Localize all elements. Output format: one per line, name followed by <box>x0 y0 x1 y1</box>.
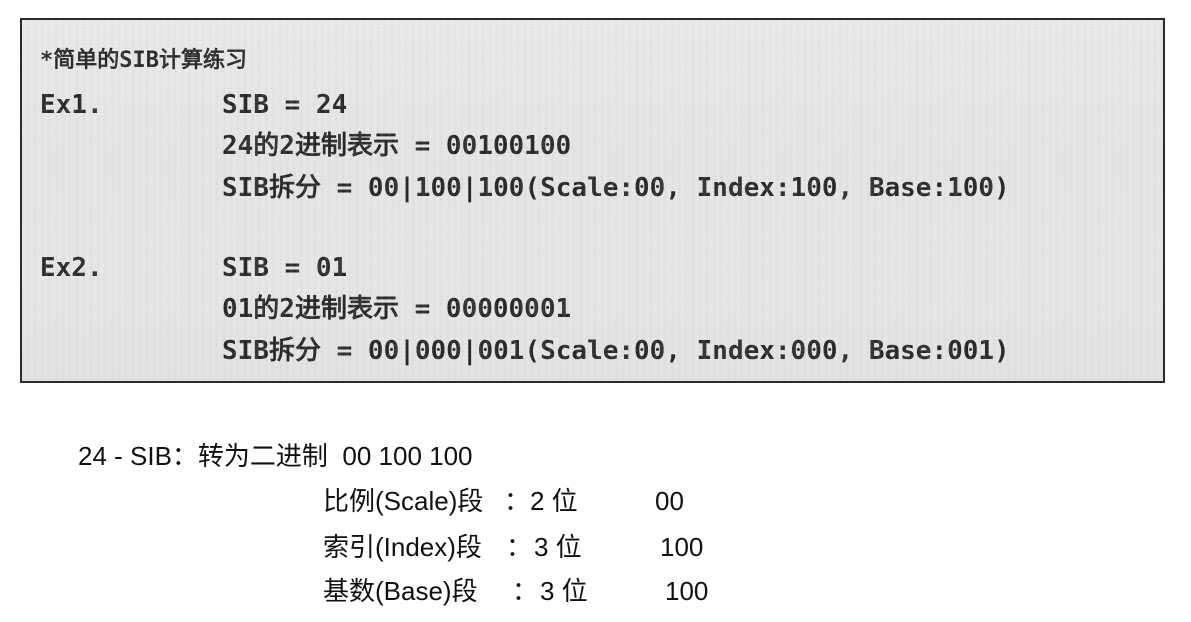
field-base-sep: ： <box>512 576 539 606</box>
field-index-sep: ： <box>506 532 533 562</box>
example-1-line-3: SIB拆分 = 00|100|100(Scale:00, Index:100, … <box>222 173 1010 203</box>
field-base-bits: 3 位 <box>540 576 588 606</box>
excerpt-title: *简单的SIB计算练习 <box>40 48 247 73</box>
field-index-name: 索引(Index)段 <box>323 532 482 562</box>
example-2-line-3: SIB拆分 = 00|000|001(Scale:00, Index:000, … <box>222 336 1010 366</box>
example-2-label: Ex2. <box>40 253 103 283</box>
example-1-line-2: 24的2进制表示 = 00100100 <box>222 131 572 161</box>
field-scale-sep: ： <box>504 486 531 516</box>
example-2-line-2: 01的2进制表示 = 00000001 <box>222 294 572 324</box>
field-base-name: 基数(Base)段 <box>323 576 478 606</box>
field-base-value: 100 <box>665 576 709 606</box>
scanned-textbook-excerpt: *简单的SIB计算练习 Ex1. SIB = 24 24的2进制表示 = 001… <box>20 18 1165 383</box>
field-index-value: 100 <box>660 532 704 562</box>
field-scale-bits: 2 位 <box>530 486 578 516</box>
field-scale-name: 比例(Scale)段 <box>323 486 484 516</box>
example-1-line-1: SIB = 24 <box>222 90 348 120</box>
field-index-bits: 3 位 <box>534 532 582 562</box>
example-1-label: Ex1. <box>40 90 103 120</box>
field-scale-value: 00 <box>655 486 684 516</box>
notes-summary: 24 - SIB：转为二进制 00 100 100 <box>78 441 473 471</box>
example-2-line-1: SIB = 01 <box>222 253 348 283</box>
